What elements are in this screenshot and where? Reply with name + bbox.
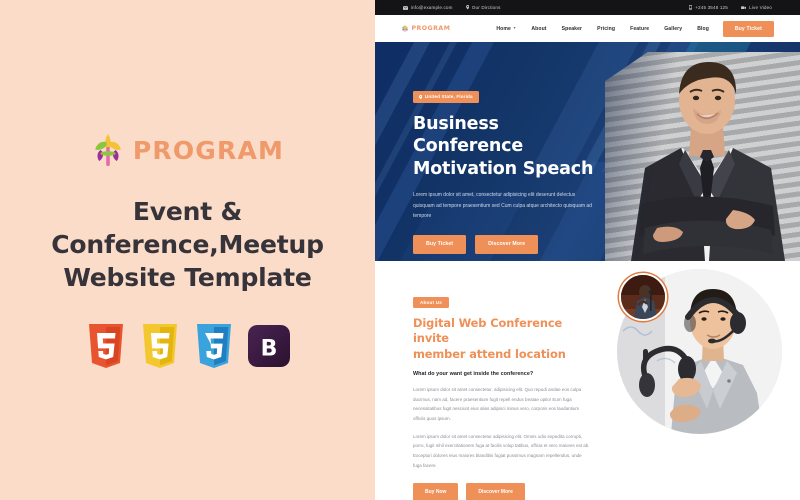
video-camera-icon [741, 6, 747, 9]
about-discover-more-button[interactable]: Discover More [466, 483, 525, 500]
fleur-de-lis-icon [401, 24, 409, 33]
about-buy-now-button[interactable]: Buy Now [413, 483, 459, 500]
hero-title-line-2: Motivation Speach [413, 158, 594, 179]
hero-photo-overlay [605, 52, 800, 261]
svg-text:B: B [260, 336, 277, 361]
hero-location-text: United State, Florida [424, 94, 473, 100]
map-pin-icon [419, 94, 423, 99]
promo-headline: Event & Conference,Meetup Website Templa… [10, 195, 365, 294]
topbar-right-group: +245 3548 125 Live Video [689, 5, 772, 10]
headline-line-1: Event & Conference,Meetup [51, 196, 324, 259]
nav-item-feature[interactable]: Feature [630, 26, 649, 32]
hero-discover-more-button[interactable]: Discover More [475, 234, 539, 254]
nav-item-home[interactable]: Home ▼ [496, 26, 516, 32]
hero-button-group: Buy Ticket Discover More [413, 234, 610, 254]
about-title: Digital Web Conference invite member att… [413, 316, 591, 362]
hero-title-line-1: Business Conference [413, 114, 524, 157]
topbar-phone[interactable]: +245 3548 125 [689, 5, 728, 10]
about-title-line-1: Digital Web Conference invite [413, 316, 563, 346]
topbar-left-group: info@example.com Our Dirctions [403, 5, 501, 10]
chevron-down-icon: ▼ [512, 25, 517, 30]
hero-content: United State, Florida Business Conferenc… [375, 42, 610, 254]
about-badge: About Us [413, 296, 450, 309]
tech-badge-row: B [86, 323, 290, 368]
topbar-directions-text: Our Dirctions [471, 5, 501, 10]
about-subtitle: What do your want get inside the confere… [413, 370, 534, 377]
fleur-de-lis-icon [95, 133, 121, 166]
phone-icon [689, 5, 693, 10]
preview-stage: PROGRAM Event & Conference,Meetup Websit… [0, 0, 800, 500]
css3-badge [196, 323, 231, 368]
about-text-column: About Us Digital Web Conference invite m… [413, 291, 591, 500]
about-section: About Us Digital Web Conference invite m… [375, 261, 800, 500]
about-title-line-2: member attend location [413, 346, 566, 361]
topbar-directions[interactable]: Our Dirctions [465, 5, 501, 10]
about-paragraph-1: Lorem ipsum dolor sit amet consectetur, … [413, 386, 582, 421]
bootstrap-badge: B [247, 324, 290, 367]
topbar-live-video[interactable]: Live Video [741, 5, 772, 10]
nav-item-speaker[interactable]: Speaker [562, 26, 583, 32]
brand-lockup: PROGRAM [91, 133, 284, 169]
topbar-email[interactable]: info@example.com [403, 5, 453, 10]
nav-item-blog[interactable]: Blog [697, 26, 709, 32]
hero-location-badge: United State, Florida [413, 91, 479, 103]
site-navbar: PROGRAM Home ▼ About Speaker Pricing Fea… [375, 15, 800, 42]
hero-section: United State, Florida Business Conferenc… [375, 42, 800, 261]
topbar-phone-text: +245 3548 125 [695, 5, 728, 10]
map-pin-icon [465, 5, 469, 10]
website-preview: info@example.com Our Dirctions +245 3548… [375, 0, 800, 500]
about-inset-photo [619, 273, 667, 321]
hero-title: Business Conference Motivation Speach [413, 113, 610, 180]
about-button-group: Buy Now Discover More [413, 483, 591, 500]
navbar-brand-text: PROGRAM [411, 25, 451, 32]
navbar-brand[interactable]: PROGRAM [401, 24, 450, 33]
left-promo-panel: PROGRAM Event & Conference,Meetup Websit… [0, 0, 375, 500]
envelope-icon [403, 5, 408, 10]
hero-buy-ticket-button[interactable]: Buy Ticket [413, 234, 467, 254]
nav-item-home-label: Home [496, 25, 511, 32]
topbar-email-text: info@example.com [410, 5, 453, 10]
html5-badge [88, 323, 123, 368]
hero-description: Lorem ipsum dolor sit amet, consectetur … [413, 192, 592, 220]
nav-item-gallery[interactable]: Gallery [664, 26, 682, 32]
utility-topbar: info@example.com Our Dirctions +245 3548… [375, 0, 800, 15]
js-badge [142, 323, 177, 368]
headline-line-2: Website Template [63, 262, 312, 292]
brand-wordmark: PROGRAM [132, 136, 285, 165]
navbar-links: Home ▼ About Speaker Pricing Feature Gal… [496, 26, 709, 32]
nav-item-about[interactable]: About [531, 26, 546, 32]
topbar-live-video-text: Live Video [749, 5, 772, 10]
nav-item-pricing[interactable]: Pricing [597, 26, 615, 32]
buy-ticket-button[interactable]: Buy Ticket [722, 20, 774, 37]
hero-speaker-photo [605, 52, 800, 261]
about-media-group [617, 269, 782, 434]
about-paragraph-2: Lorem ipsum dolor sit amet consectetur a… [413, 433, 590, 468]
